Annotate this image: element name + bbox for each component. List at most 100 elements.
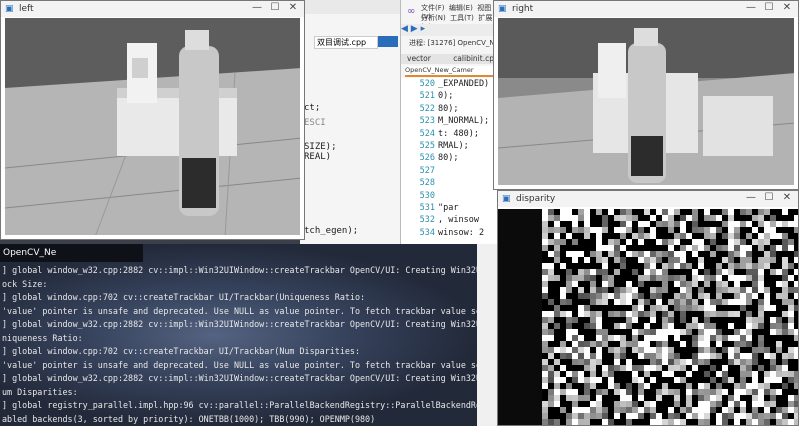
disparity-pixel bbox=[704, 317, 710, 323]
disparity-black-border bbox=[498, 209, 542, 425]
process-label[interactable]: 进程: [31276] OpenCV_New_Ca bbox=[409, 38, 500, 48]
disparity-pixel bbox=[794, 407, 798, 413]
menu-analyze[interactable]: 分析(N) bbox=[421, 14, 446, 22]
close-button[interactable]: ✕ bbox=[778, 2, 796, 13]
disparity-pixel bbox=[680, 389, 686, 395]
minimize-button[interactable]: — bbox=[742, 2, 760, 13]
disparity-pixel bbox=[722, 317, 728, 323]
disparity-pixel bbox=[638, 335, 644, 341]
disparity-pixel bbox=[722, 233, 728, 239]
disparity-pixel bbox=[578, 245, 584, 251]
right-window-titlebar[interactable]: ▣ right — ☐ ✕ bbox=[494, 1, 798, 17]
disparity-pixel bbox=[716, 371, 722, 377]
tab-calibinit[interactable]: calibinit.cpp bbox=[453, 54, 499, 63]
disparity-pixel bbox=[596, 245, 602, 251]
console-tab[interactable]: OpenCV_Ne bbox=[0, 244, 143, 262]
disparity-pixel bbox=[554, 209, 560, 215]
close-button[interactable]: ✕ bbox=[778, 192, 796, 203]
disparity-pixel bbox=[668, 257, 674, 263]
disparity-pixel bbox=[680, 401, 686, 407]
menu-edit[interactable]: 编辑(E) bbox=[449, 4, 473, 12]
forward-icon[interactable]: ▶ bbox=[411, 24, 418, 34]
code-editor[interactable]: 520 _EXPANDED) 521 0); 522 80); 523 M_NORMAL); 5… bbox=[401, 78, 500, 244]
tab-vector[interactable]: vector bbox=[407, 54, 431, 63]
ide-middle-file-tab[interactable]: 双目调试.cpp bbox=[314, 36, 378, 49]
disparity-pixel bbox=[572, 281, 578, 287]
disparity-pixel bbox=[722, 353, 728, 359]
disparity-pixel bbox=[746, 239, 752, 245]
console-window[interactable]: OpenCV_Ne ] global window_w32.cpp:2882 c… bbox=[0, 244, 477, 426]
maximize-button[interactable]: ☐ bbox=[760, 192, 778, 203]
run-icon[interactable]: ▸ bbox=[421, 24, 426, 34]
disparity-pixel bbox=[548, 263, 554, 269]
disparity-pixel bbox=[698, 209, 704, 215]
code-file-tab[interactable]: OpenCV_New_Camer bbox=[405, 66, 499, 77]
disparity-pixel bbox=[692, 311, 698, 317]
disparity-pixel bbox=[698, 419, 704, 425]
disparity-pixel bbox=[602, 347, 608, 353]
disparity-pixel bbox=[602, 239, 608, 245]
disparity-pixel bbox=[554, 335, 560, 341]
disparity-pixel bbox=[614, 293, 620, 299]
disparity-pixel bbox=[596, 251, 602, 257]
line-number: 523 bbox=[419, 116, 435, 127]
disparity-pixel bbox=[566, 335, 572, 341]
disparity-pixel bbox=[590, 287, 596, 293]
left-camera-window[interactable]: ▣ left — ☐ ✕ bbox=[0, 0, 305, 240]
disparity-pixel bbox=[668, 371, 674, 377]
disparity-pixel bbox=[620, 383, 626, 389]
maximize-button[interactable]: ☐ bbox=[760, 2, 778, 13]
right-camera-window[interactable]: ▣ right — ☐ ✕ bbox=[493, 0, 799, 190]
disparity-pixel bbox=[608, 407, 614, 413]
disparity-window[interactable]: ▣ disparity — ☐ ✕ bbox=[497, 190, 799, 426]
disparity-window-titlebar[interactable]: ▣ disparity — ☐ ✕ bbox=[498, 191, 798, 207]
disparity-pixel bbox=[692, 257, 698, 263]
line-code: 80); bbox=[438, 153, 459, 164]
disparity-pixel bbox=[662, 401, 668, 407]
disparity-pixel bbox=[566, 293, 572, 299]
disparity-pixel bbox=[632, 221, 638, 227]
disparity-pixel bbox=[674, 263, 680, 269]
disparity-pixel bbox=[776, 371, 782, 377]
disparity-pixel bbox=[710, 371, 716, 377]
disparity-pixel bbox=[560, 317, 566, 323]
disparity-pixel bbox=[632, 311, 638, 317]
disparity-pixel bbox=[716, 395, 722, 401]
disparity-pixel bbox=[608, 419, 614, 425]
disparity-pixel bbox=[572, 305, 578, 311]
disparity-pixel bbox=[566, 239, 572, 245]
disparity-pixel bbox=[704, 419, 710, 425]
left-window-titlebar[interactable]: ▣ left — ☐ ✕ bbox=[1, 1, 304, 17]
disparity-pixel bbox=[578, 239, 584, 245]
disparity-pixel bbox=[674, 377, 680, 383]
disparity-pixel bbox=[776, 251, 782, 257]
menu-tools[interactable]: 工具(T) bbox=[450, 14, 474, 22]
disparity-pixel bbox=[692, 221, 698, 227]
disparity-pixel bbox=[680, 299, 686, 305]
disparity-pixel bbox=[602, 359, 608, 365]
disparity-pixel bbox=[608, 371, 614, 377]
disparity-pixel bbox=[704, 347, 710, 353]
back-icon[interactable]: ◀ bbox=[401, 24, 408, 34]
disparity-pixel bbox=[548, 281, 554, 287]
disparity-pixel bbox=[602, 323, 608, 329]
disparity-pixel bbox=[632, 263, 638, 269]
minimize-button[interactable]: — bbox=[742, 192, 760, 203]
menu-file[interactable]: 文件(F) bbox=[421, 4, 445, 12]
disparity-pixel bbox=[542, 281, 548, 287]
close-button[interactable]: ✕ bbox=[284, 2, 302, 13]
maximize-button[interactable]: ☐ bbox=[266, 2, 284, 13]
disparity-pixel bbox=[620, 395, 626, 401]
disparity-pixel bbox=[626, 251, 632, 257]
disparity-pixel bbox=[566, 377, 572, 383]
disparity-pixel bbox=[686, 329, 692, 335]
disparity-pixel bbox=[578, 341, 584, 347]
disparity-pixel bbox=[656, 407, 662, 413]
disparity-pixel bbox=[584, 215, 590, 221]
minimize-button[interactable]: — bbox=[248, 2, 266, 13]
disparity-pixel bbox=[686, 257, 692, 263]
disparity-pixel bbox=[602, 317, 608, 323]
disparity-pixel bbox=[650, 257, 656, 263]
disparity-pixel bbox=[752, 281, 758, 287]
disparity-pixel bbox=[674, 239, 680, 245]
